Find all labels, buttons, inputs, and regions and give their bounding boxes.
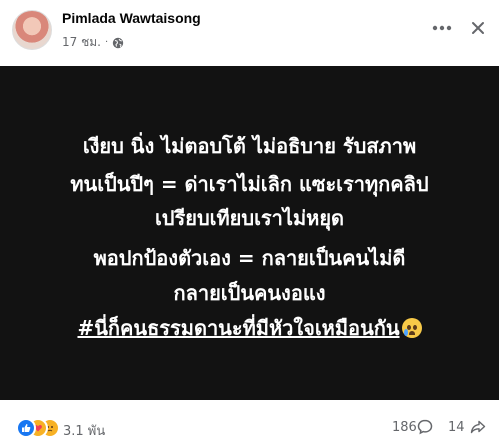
post-footer: 3.1 พัน 186 14 [0,412,499,442]
comment-count[interactable]: 186 [392,420,417,435]
post-background: เงียบ นิ่ง ไม่ตอบโต้ ไม่อธิบาย รับสภาพ ท… [0,66,499,400]
avatar[interactable] [12,10,52,50]
crying-face-emoji [401,318,422,338]
post-meta: 17 ชม. · [62,33,124,52]
like-reaction-icon [16,418,36,438]
reaction-icons[interactable] [16,418,60,438]
share-icon[interactable] [470,419,486,435]
author-name[interactable]: Pimlada Wawtaisong [62,10,201,26]
post-line-5: กลายเป็นคนงอแง [173,281,326,305]
post-line-1: เงียบ นิ่ง ไม่ตอบโต้ ไม่อธิบาย รับสภาพ [82,134,417,158]
reaction-count[interactable]: 3.1 พัน [63,420,105,441]
close-button[interactable] [466,16,490,40]
post-card: Pimlada Wawtaisong 17 ชม. · เงียบ นิ่ง ไ… [0,0,499,447]
post-line-3: เปรียบเทียบเราไม่หยุด [154,206,345,230]
post-time[interactable]: 17 ชม. [62,33,101,52]
post-line-4: พอปกป้องตัวเอง = กลายเป็นคนไม่ดี [93,246,406,270]
comment-icon[interactable] [417,419,433,435]
share-count[interactable]: 14 [448,420,465,435]
post-line-2: ทนเป็นปีๆ = ด่าเราไม่เลิก แซะเราทุกคลิป [70,172,429,196]
close-icon [472,22,484,34]
post-text: เงียบ นิ่ง ไม่ตอบโต้ ไม่อธิบาย รับสภาพ ท… [0,66,499,400]
post-header: Pimlada Wawtaisong 17 ชม. · [0,0,499,58]
hashtag-link[interactable]: #นี่ก็คนธรรมดานะที่มีหัวใจเหมือนกัน [77,316,399,340]
meta-separator: · [104,37,109,48]
globe-icon[interactable] [112,37,124,49]
hashtag-line: #นี่ก็คนธรรมดานะที่มีหัวใจเหมือนกัน [0,314,499,342]
more-dots-icon [432,25,452,31]
more-options-button[interactable] [430,18,454,38]
